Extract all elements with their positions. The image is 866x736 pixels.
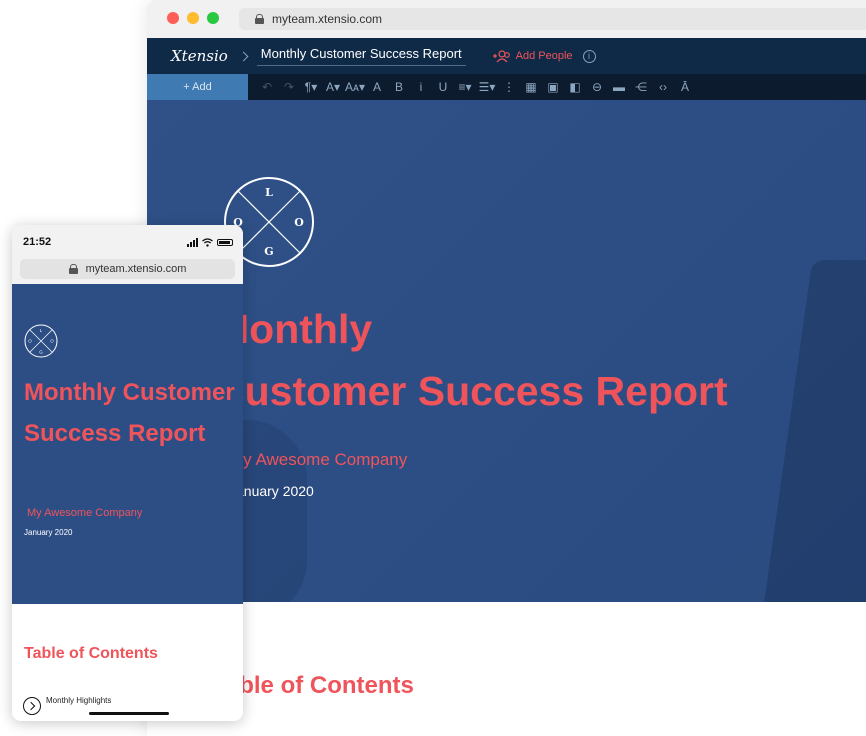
phone-toc-item-label: Monthly Highlights — [46, 695, 112, 705]
phone-report-title[interactable]: Monthly Customer Success Report — [24, 372, 239, 454]
editor-toolbar: + Add ↶ ↷ ¶▾ A▾ Aᴀ▾ A Bi U ≡▾ ☰▾ ⋮ ▦ ▣ ◧ ⊖ ▬ ⋲ ‹› Ā — [147, 74, 866, 100]
underline-icon[interactable]: U — [432, 80, 454, 94]
report-title-line-2: Customer Success Report — [215, 368, 728, 414]
table-of-contents-heading[interactable]: Table of Contents — [213, 672, 414, 700]
logo-letter-top: L — [265, 186, 273, 199]
lock-icon — [255, 14, 264, 24]
button-icon[interactable]: ▬ — [608, 80, 630, 94]
browser-chrome: myteam.xtensio.com — [147, 0, 866, 38]
bold-icon[interactable]: B — [388, 80, 410, 94]
phone-cover-section: L O O G Monthly Customer Success Report … — [12, 284, 243, 604]
background-photo-device — [761, 260, 866, 602]
logo-letter-bottom: G — [264, 245, 273, 258]
app-header: Xtensio Monthly Customer Success Report … — [147, 38, 866, 74]
italic-icon[interactable]: i — [410, 80, 432, 94]
phone-toc-heading[interactable]: Table of Contents — [24, 645, 158, 663]
phone-clock: 21:52 — [23, 236, 52, 248]
signal-icon — [187, 237, 198, 247]
company-name[interactable]: My Awesome Company — [229, 450, 407, 470]
chevron-right-icon — [238, 51, 249, 61]
document-title[interactable]: Monthly Customer Success Report — [256, 46, 466, 66]
undo-icon[interactable]: ↶ — [256, 80, 278, 94]
phone-address-bar-wrap: myteam.xtensio.com — [12, 259, 243, 284]
screenshot-stage: myteam.xtensio.com Xtensio Monthly Custo… — [0, 0, 866, 736]
logo-letter-top: L — [40, 328, 43, 333]
text-color-icon[interactable]: A — [366, 80, 388, 94]
report-title[interactable]: Monthly Customer Success Report — [215, 298, 728, 422]
logo-placeholder-icon[interactable]: L O O G — [24, 324, 58, 358]
chevron-circle-right-icon — [23, 697, 41, 715]
phone-report-date[interactable]: January 2020 — [24, 528, 72, 537]
battery-icon — [217, 238, 233, 246]
close-window-button[interactable] — [167, 12, 179, 24]
more-icon[interactable]: ⋮ — [498, 80, 520, 94]
logo-letter-left: O — [28, 339, 32, 344]
redo-icon[interactable]: ↷ — [278, 80, 300, 94]
add-people-icon — [492, 49, 510, 62]
font-icon[interactable]: A▾ — [322, 80, 344, 94]
maximize-window-button[interactable] — [207, 12, 219, 24]
list-icon[interactable]: ☰▾ — [476, 80, 498, 94]
phone-address-bar[interactable]: myteam.xtensio.com — [20, 259, 235, 279]
address-bar[interactable]: myteam.xtensio.com — [239, 8, 866, 30]
logo-letter-right: O — [294, 216, 304, 229]
table-icon[interactable]: ▦ — [520, 80, 542, 94]
lock-icon — [68, 264, 78, 274]
add-block-button[interactable]: + Add — [147, 74, 248, 100]
minimize-window-button[interactable] — [187, 12, 199, 24]
add-people-label: Add People — [515, 50, 573, 62]
phone-status-bar: 21:52 — [12, 225, 243, 259]
address-bar-url: myteam.xtensio.com — [272, 12, 383, 26]
home-indicator[interactable] — [89, 712, 169, 715]
link-icon[interactable]: ⊖ — [586, 80, 608, 94]
video-icon[interactable]: ◧ — [564, 80, 586, 94]
align-icon[interactable]: ≡▾ — [454, 80, 476, 94]
desktop-browser-window: myteam.xtensio.com Xtensio Monthly Custo… — [147, 0, 866, 736]
status-icons — [187, 237, 233, 247]
logo-letter-bottom: G — [39, 350, 43, 355]
image-icon[interactable]: ▣ — [542, 80, 564, 94]
logo-letter-right: O — [50, 339, 54, 344]
clear-format-icon[interactable]: Ā — [674, 80, 696, 94]
info-icon[interactable]: i — [582, 49, 596, 63]
mobile-phone-preview: 21:52 myteam.xtensio.com L O O G Monthly… — [12, 225, 243, 721]
code-icon[interactable]: ‹› — [652, 80, 674, 94]
wifi-icon — [202, 237, 213, 247]
brand-logo[interactable]: Xtensio — [171, 47, 228, 65]
phone-address-url: myteam.xtensio.com — [85, 263, 187, 275]
share-icon[interactable]: ⋲ — [630, 80, 652, 94]
formatting-tools: ↶ ↷ ¶▾ A▾ Aᴀ▾ A Bi U ≡▾ ☰▾ ⋮ ▦ ▣ ◧ ⊖ ▬ ⋲ ‹› Ā — [256, 80, 696, 94]
font-size-icon[interactable]: Aᴀ▾ — [344, 80, 366, 94]
phone-company-name[interactable]: My Awesome Company — [27, 507, 142, 519]
add-people-button[interactable]: Add People — [492, 49, 573, 63]
paragraph-icon[interactable]: ¶▾ — [300, 80, 322, 94]
cover-section: L O O G Monthly Customer Success Report … — [147, 100, 866, 602]
report-title-line-1: Monthly — [215, 306, 373, 352]
